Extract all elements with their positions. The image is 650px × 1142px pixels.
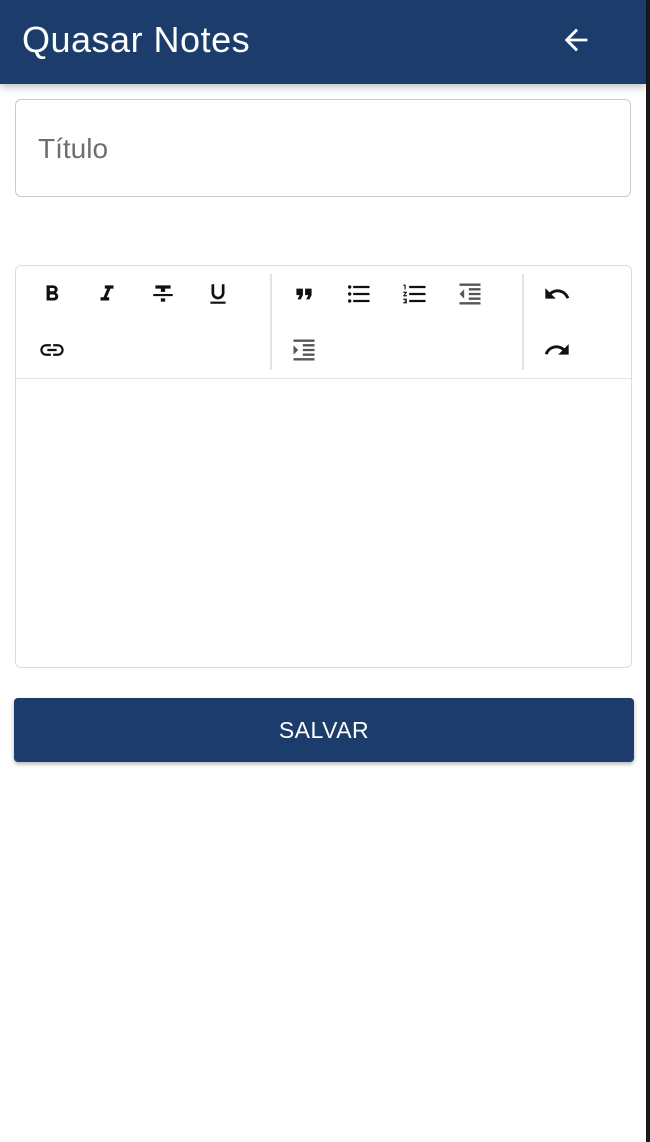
- redo-icon: [543, 336, 571, 364]
- save-button[interactable]: SALVAR: [14, 698, 634, 762]
- title-input[interactable]: [36, 128, 610, 170]
- numbered-list-icon: [401, 280, 429, 308]
- indent-icon: [290, 336, 318, 364]
- editor-toolbar: [16, 266, 631, 379]
- toolbar-divider: [522, 274, 524, 370]
- quote-icon: [291, 281, 317, 307]
- strikethrough-icon: [150, 281, 176, 307]
- arrow-left-icon: [559, 23, 593, 57]
- underline-button[interactable]: [198, 274, 238, 314]
- editor-content-area[interactable]: [16, 380, 631, 667]
- indent-button[interactable]: [284, 330, 324, 370]
- quote-button[interactable]: [284, 274, 324, 314]
- numbered-list-button[interactable]: [395, 274, 435, 314]
- app-title: Quasar Notes: [22, 19, 251, 60]
- strikethrough-button[interactable]: [143, 274, 183, 314]
- title-field[interactable]: [15, 99, 631, 197]
- back-button[interactable]: [552, 18, 600, 62]
- app-header: Quasar Notes: [0, 0, 646, 84]
- underline-icon: [205, 281, 231, 307]
- bullet-list-icon: [345, 280, 373, 308]
- toolbar-divider: [270, 274, 272, 370]
- redo-button[interactable]: [537, 330, 577, 370]
- rich-text-editor: [15, 265, 632, 668]
- italic-button[interactable]: [87, 274, 127, 314]
- outdent-icon: [456, 280, 484, 308]
- link-button[interactable]: [32, 330, 72, 370]
- page: Quasar Notes Título SALVAR: [0, 0, 650, 1142]
- bold-icon: [39, 281, 65, 307]
- undo-icon: [543, 280, 571, 308]
- bullet-list-button[interactable]: [339, 274, 379, 314]
- outdent-button[interactable]: [450, 274, 490, 314]
- undo-button[interactable]: [537, 274, 577, 314]
- window-edge: [646, 0, 650, 1142]
- bold-button[interactable]: [32, 274, 72, 314]
- italic-icon: [94, 281, 120, 307]
- link-icon: [38, 336, 66, 364]
